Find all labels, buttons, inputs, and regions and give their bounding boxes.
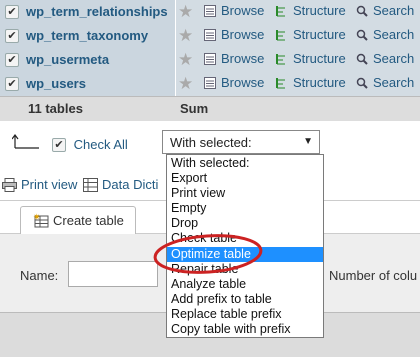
data-dictionary-link[interactable]: Data Dicti — [102, 177, 158, 192]
table-actions: ★ Browse Structure Search — [175, 0, 420, 24]
table-name-input[interactable] — [68, 261, 158, 287]
dropdown-option[interactable]: Print view — [167, 186, 323, 201]
print-view-link[interactable]: Print view — [21, 177, 77, 192]
dropdown-option[interactable]: Empty — [167, 201, 323, 216]
table-count: 11 tables — [28, 101, 83, 116]
structure-link[interactable]: Structure — [293, 27, 346, 42]
highlight-annotation — [153, 234, 263, 274]
table-row: ✔ wp_term_relationships ★ Browse Structu… — [0, 0, 420, 24]
search-link[interactable]: Search — [373, 3, 414, 18]
table-footer: 11 tables Sum — [0, 96, 420, 121]
favorite-star-icon[interactable]: ★ — [178, 50, 193, 70]
check-all-label[interactable]: Check All — [74, 137, 128, 152]
browse-link[interactable]: Browse — [221, 51, 264, 66]
with-selected-select[interactable]: With selected: ▼ — [162, 130, 320, 154]
structure-icon — [276, 6, 285, 17]
browse-icon — [204, 29, 216, 41]
row-checkbox[interactable]: ✔ — [5, 53, 19, 67]
search-icon — [356, 53, 368, 65]
table-actions: ★ Browse Structure Search — [175, 24, 420, 48]
row-checkbox[interactable]: ✔ — [5, 77, 19, 91]
dropdown-option[interactable]: With selected: — [167, 156, 323, 171]
new-table-icon: ✷ — [33, 213, 49, 228]
chevron-down-icon: ▼ — [303, 136, 313, 147]
search-link[interactable]: Search — [373, 27, 414, 42]
table-row: ✔ wp_users ★ Browse Structure Search — [0, 72, 420, 96]
structure-icon — [276, 30, 285, 41]
table-name[interactable]: wp_term_taxonomy — [26, 28, 148, 43]
table-row: ✔ wp_term_taxonomy ★ Browse Structure Se… — [0, 24, 420, 48]
number-of-columns-label: Number of colu — [329, 268, 418, 283]
table-name-cell: ✔ wp_term_taxonomy — [0, 24, 175, 48]
select-arrow-icon — [12, 134, 39, 149]
table-name[interactable]: wp_term_relationships — [26, 4, 168, 19]
check-all[interactable]: ✔ Check All — [52, 136, 128, 152]
dropdown-option[interactable]: Drop — [167, 216, 323, 231]
create-table-label: Create table — [53, 213, 124, 228]
table-actions: ★ Browse Structure Search — [175, 48, 420, 72]
favorite-star-icon[interactable]: ★ — [178, 74, 193, 94]
browse-icon — [204, 53, 216, 65]
favorite-star-icon[interactable]: ★ — [178, 2, 193, 22]
browse-link[interactable]: Browse — [221, 75, 264, 90]
dropdown-option[interactable]: Copy table with prefix — [167, 322, 323, 337]
table-actions: ★ Browse Structure Search — [175, 72, 420, 96]
search-link[interactable]: Search — [373, 75, 414, 90]
with-selected-value: With selected: — [170, 135, 252, 150]
data-dictionary-icon — [83, 178, 98, 192]
table-name[interactable]: wp_users — [26, 76, 86, 91]
check-all-checkbox[interactable]: ✔ — [52, 137, 66, 152]
structure-link[interactable]: Structure — [293, 51, 346, 66]
browse-icon — [204, 5, 216, 17]
browse-link[interactable]: Browse — [221, 27, 264, 42]
search-icon — [356, 29, 368, 41]
structure-link[interactable]: Structure — [293, 3, 346, 18]
table-row: ✔ wp_usermeta ★ Browse Structure Search — [0, 48, 420, 72]
create-table-tab[interactable]: ✷ Create table — [20, 206, 136, 234]
table-name[interactable]: wp_usermeta — [26, 52, 109, 67]
favorite-star-icon[interactable]: ★ — [178, 26, 193, 46]
sum-label: Sum — [180, 101, 209, 116]
table-name-cell: ✔ wp_users — [0, 72, 175, 96]
browse-icon — [204, 77, 216, 89]
printer-icon — [2, 178, 17, 192]
browse-link[interactable]: Browse — [221, 3, 264, 18]
svg-text:✷: ✷ — [33, 213, 41, 223]
dropdown-option[interactable]: Export — [167, 171, 323, 186]
row-checkbox[interactable]: ✔ — [5, 29, 19, 43]
table-list: ✔ wp_term_relationships ★ Browse Structu… — [0, 0, 420, 121]
structure-icon — [276, 78, 285, 89]
search-icon — [356, 77, 368, 89]
table-name-cell: ✔ wp_usermeta — [0, 48, 175, 72]
dropdown-option[interactable]: Analyze table — [167, 277, 323, 292]
structure-icon — [276, 54, 285, 65]
dropdown-option[interactable]: Replace table prefix — [167, 307, 323, 322]
row-checkbox[interactable]: ✔ — [5, 5, 19, 19]
search-link[interactable]: Search — [373, 51, 414, 66]
dropdown-option[interactable]: Add prefix to table — [167, 292, 323, 307]
table-name-cell: ✔ wp_term_relationships — [0, 0, 175, 24]
structure-link[interactable]: Structure — [293, 75, 346, 90]
search-icon — [356, 5, 368, 17]
table-name-label: Name: — [20, 268, 59, 283]
